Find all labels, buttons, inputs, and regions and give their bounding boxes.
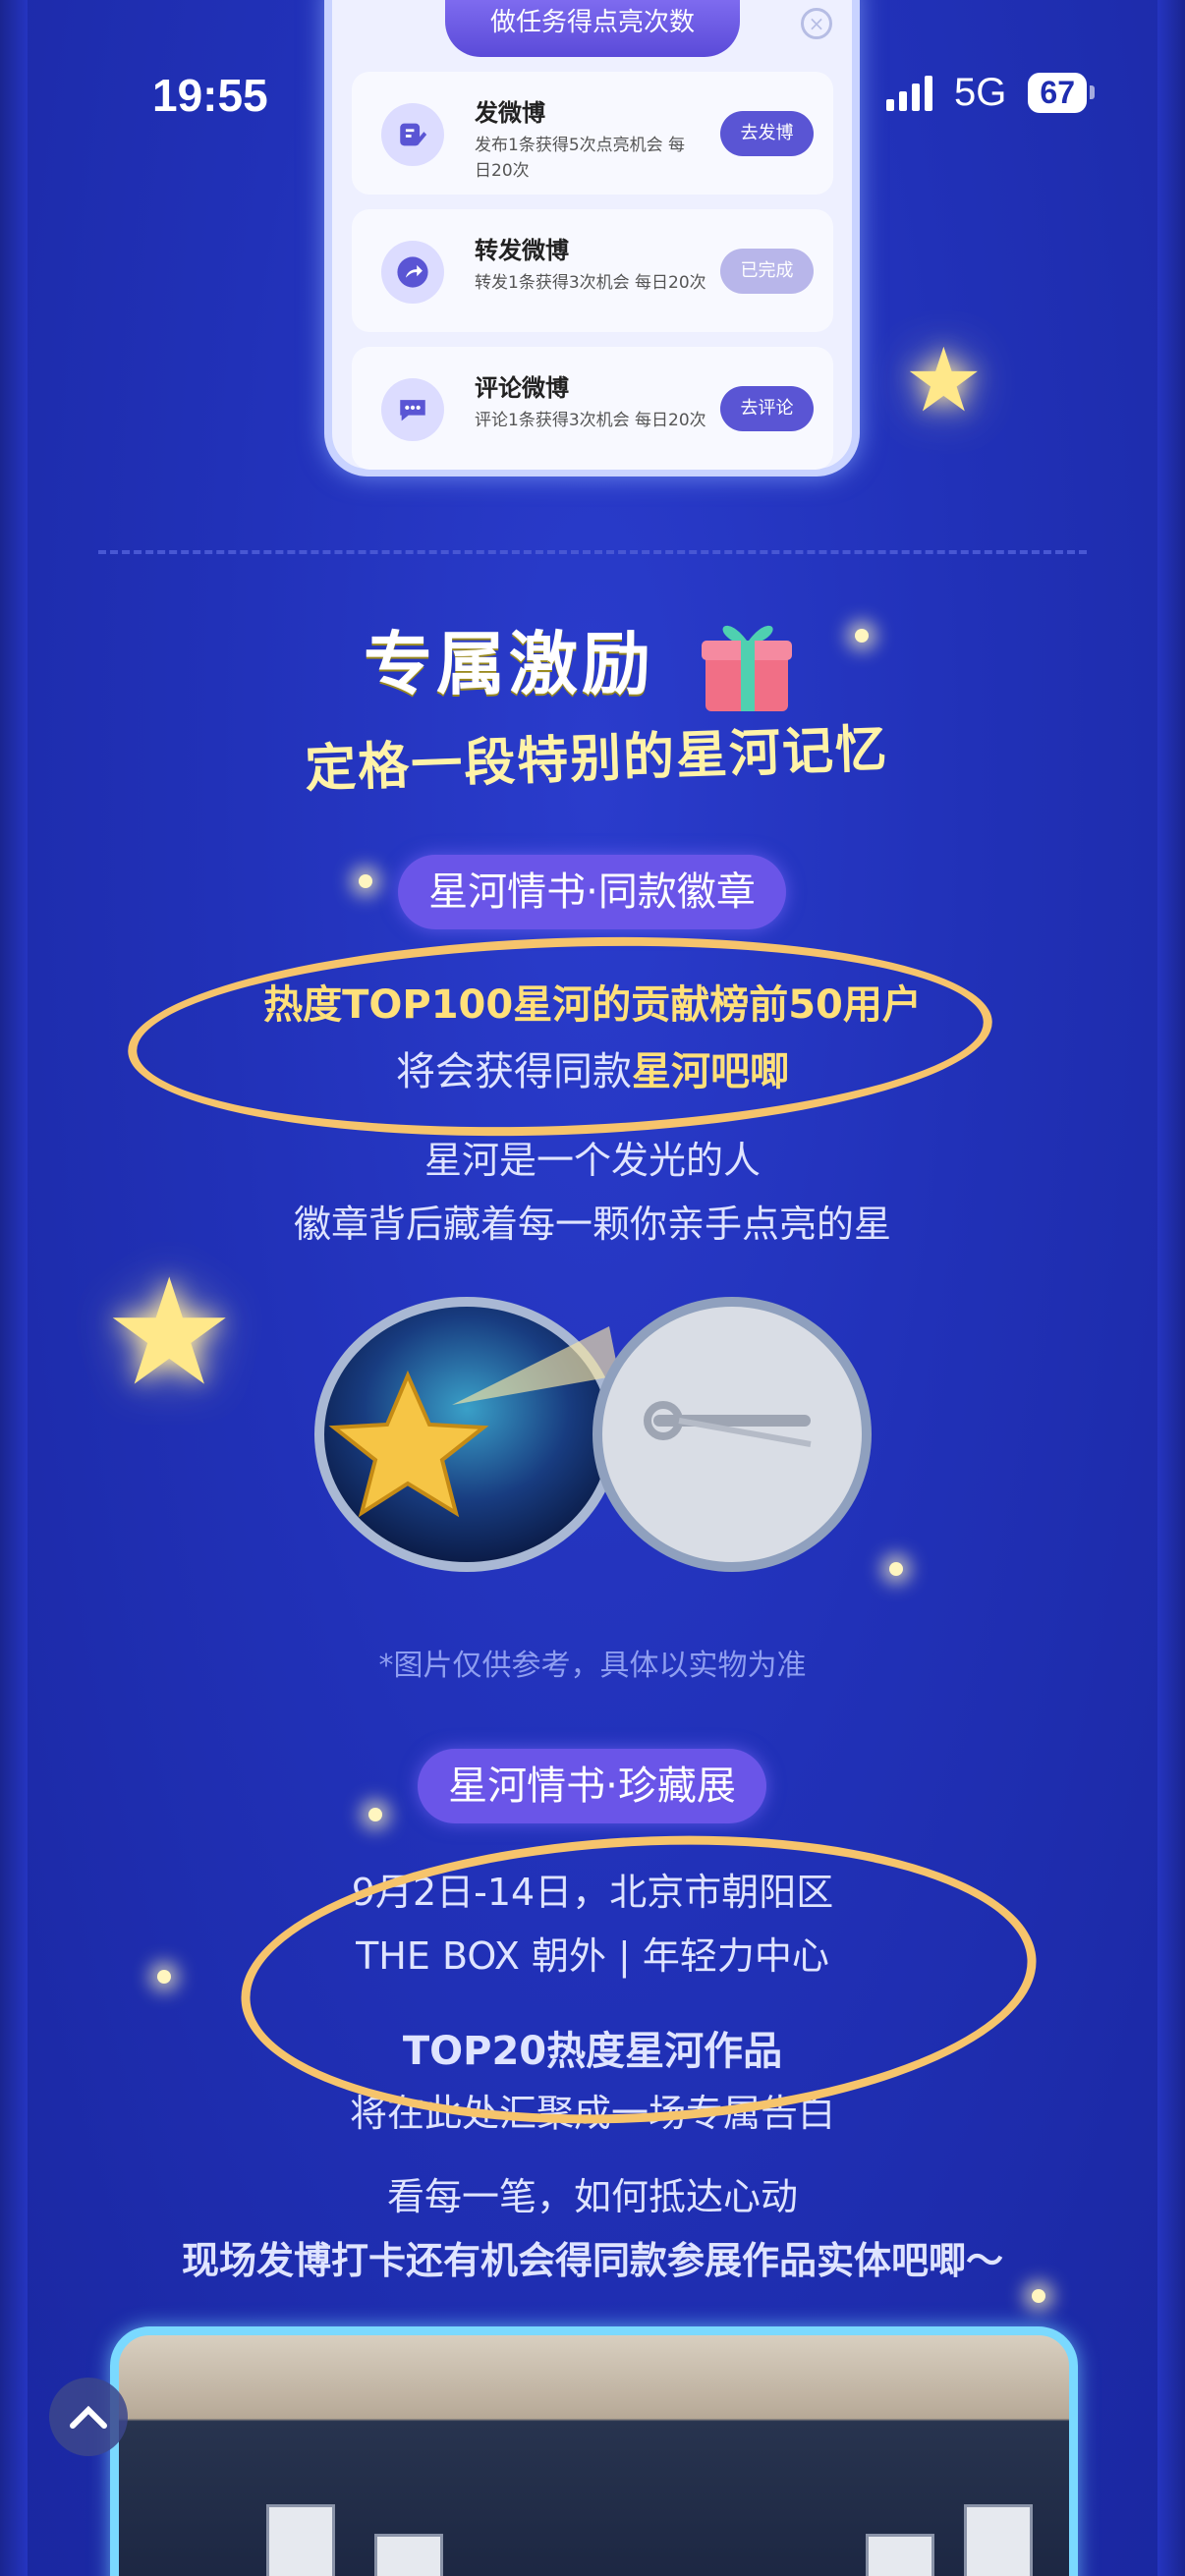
expo-line-6: 现场发博打卡还有机会得同款参展作品实体吧唧～ (181, 2239, 1003, 2282)
network-type: 5G (954, 71, 1007, 114)
panel-title: 做任务得点亮次数 (445, 0, 740, 57)
star-icon: ★ (103, 1248, 236, 1419)
divider (98, 550, 1087, 554)
gift-icon (698, 609, 796, 717)
sparkle-icon (1032, 2289, 1045, 2303)
sparkle-icon (368, 1808, 382, 1821)
expo-line-5: 看每一笔，如何抵达心动 (386, 2175, 798, 2218)
task-desc: 发布1条获得5次点亮机会 每日20次 (475, 136, 686, 181)
share-icon (381, 241, 444, 304)
go-post-button[interactable]: 去发博 (720, 111, 814, 156)
exhibition-image (110, 2326, 1078, 2576)
chevron-up-icon (70, 2405, 107, 2429)
star-icon: ★ (904, 329, 984, 432)
task-name: 评论微博 (475, 374, 569, 402)
task-row-comment: 评论微博 评论1条获得3次机会 每日20次 去评论 (352, 347, 833, 470)
task-row-repost: 转发微博 转发1条获得3次机会 每日20次 已完成 (352, 209, 833, 332)
sparkle-icon (889, 1562, 903, 1576)
signal-icon (886, 75, 933, 111)
sparkle-icon (359, 874, 372, 888)
incentive-title: 专属激励 (364, 623, 654, 704)
page: 做任务得点亮次数 × 发微博 发布1条获得5次点亮机会 每日20次 去发博 转发… (0, 0, 1185, 2576)
go-comment-button[interactable]: 去评论 (720, 386, 814, 431)
sparkle-icon (855, 629, 869, 643)
badge-back-image (585, 1287, 879, 1582)
annotation-ellipse (124, 923, 996, 1150)
battery-icon: 67 (1028, 73, 1095, 113)
completed-button[interactable]: 已完成 (720, 249, 814, 294)
comment-icon (381, 378, 444, 441)
status-time: 19:55 (152, 70, 268, 121)
task-name: 发微博 (475, 99, 545, 127)
status-indicators: 5G 67 (886, 71, 1095, 115)
expo-section-pill: 星河情书·珍藏展 (418, 1749, 766, 1823)
badge-section-pill: 星河情书·同款徽章 (398, 855, 786, 929)
disclaimer-note: *图片仅供参考，具体以实物为准 (378, 1649, 807, 1683)
close-icon[interactable]: × (801, 8, 832, 39)
task-name: 转发微博 (475, 237, 569, 264)
scroll-to-top-button[interactable] (49, 2378, 128, 2456)
incentive-subtitle: 定格一段特别的星河记忆 (304, 718, 890, 800)
task-panel: 做任务得点亮次数 × 发微博 发布1条获得5次点亮机会 每日20次 去发博 转发… (324, 0, 860, 476)
badge-line-3: 星河是一个发光的人 (423, 1139, 761, 1182)
edit-icon (381, 103, 444, 166)
task-row-post: 发微博 发布1条获得5次点亮机会 每日20次 去发博 (352, 72, 833, 195)
badge-front-image (305, 1287, 629, 1582)
badge-line-4: 徽章背后藏着每一颗你亲手点亮的星 (293, 1203, 891, 1246)
